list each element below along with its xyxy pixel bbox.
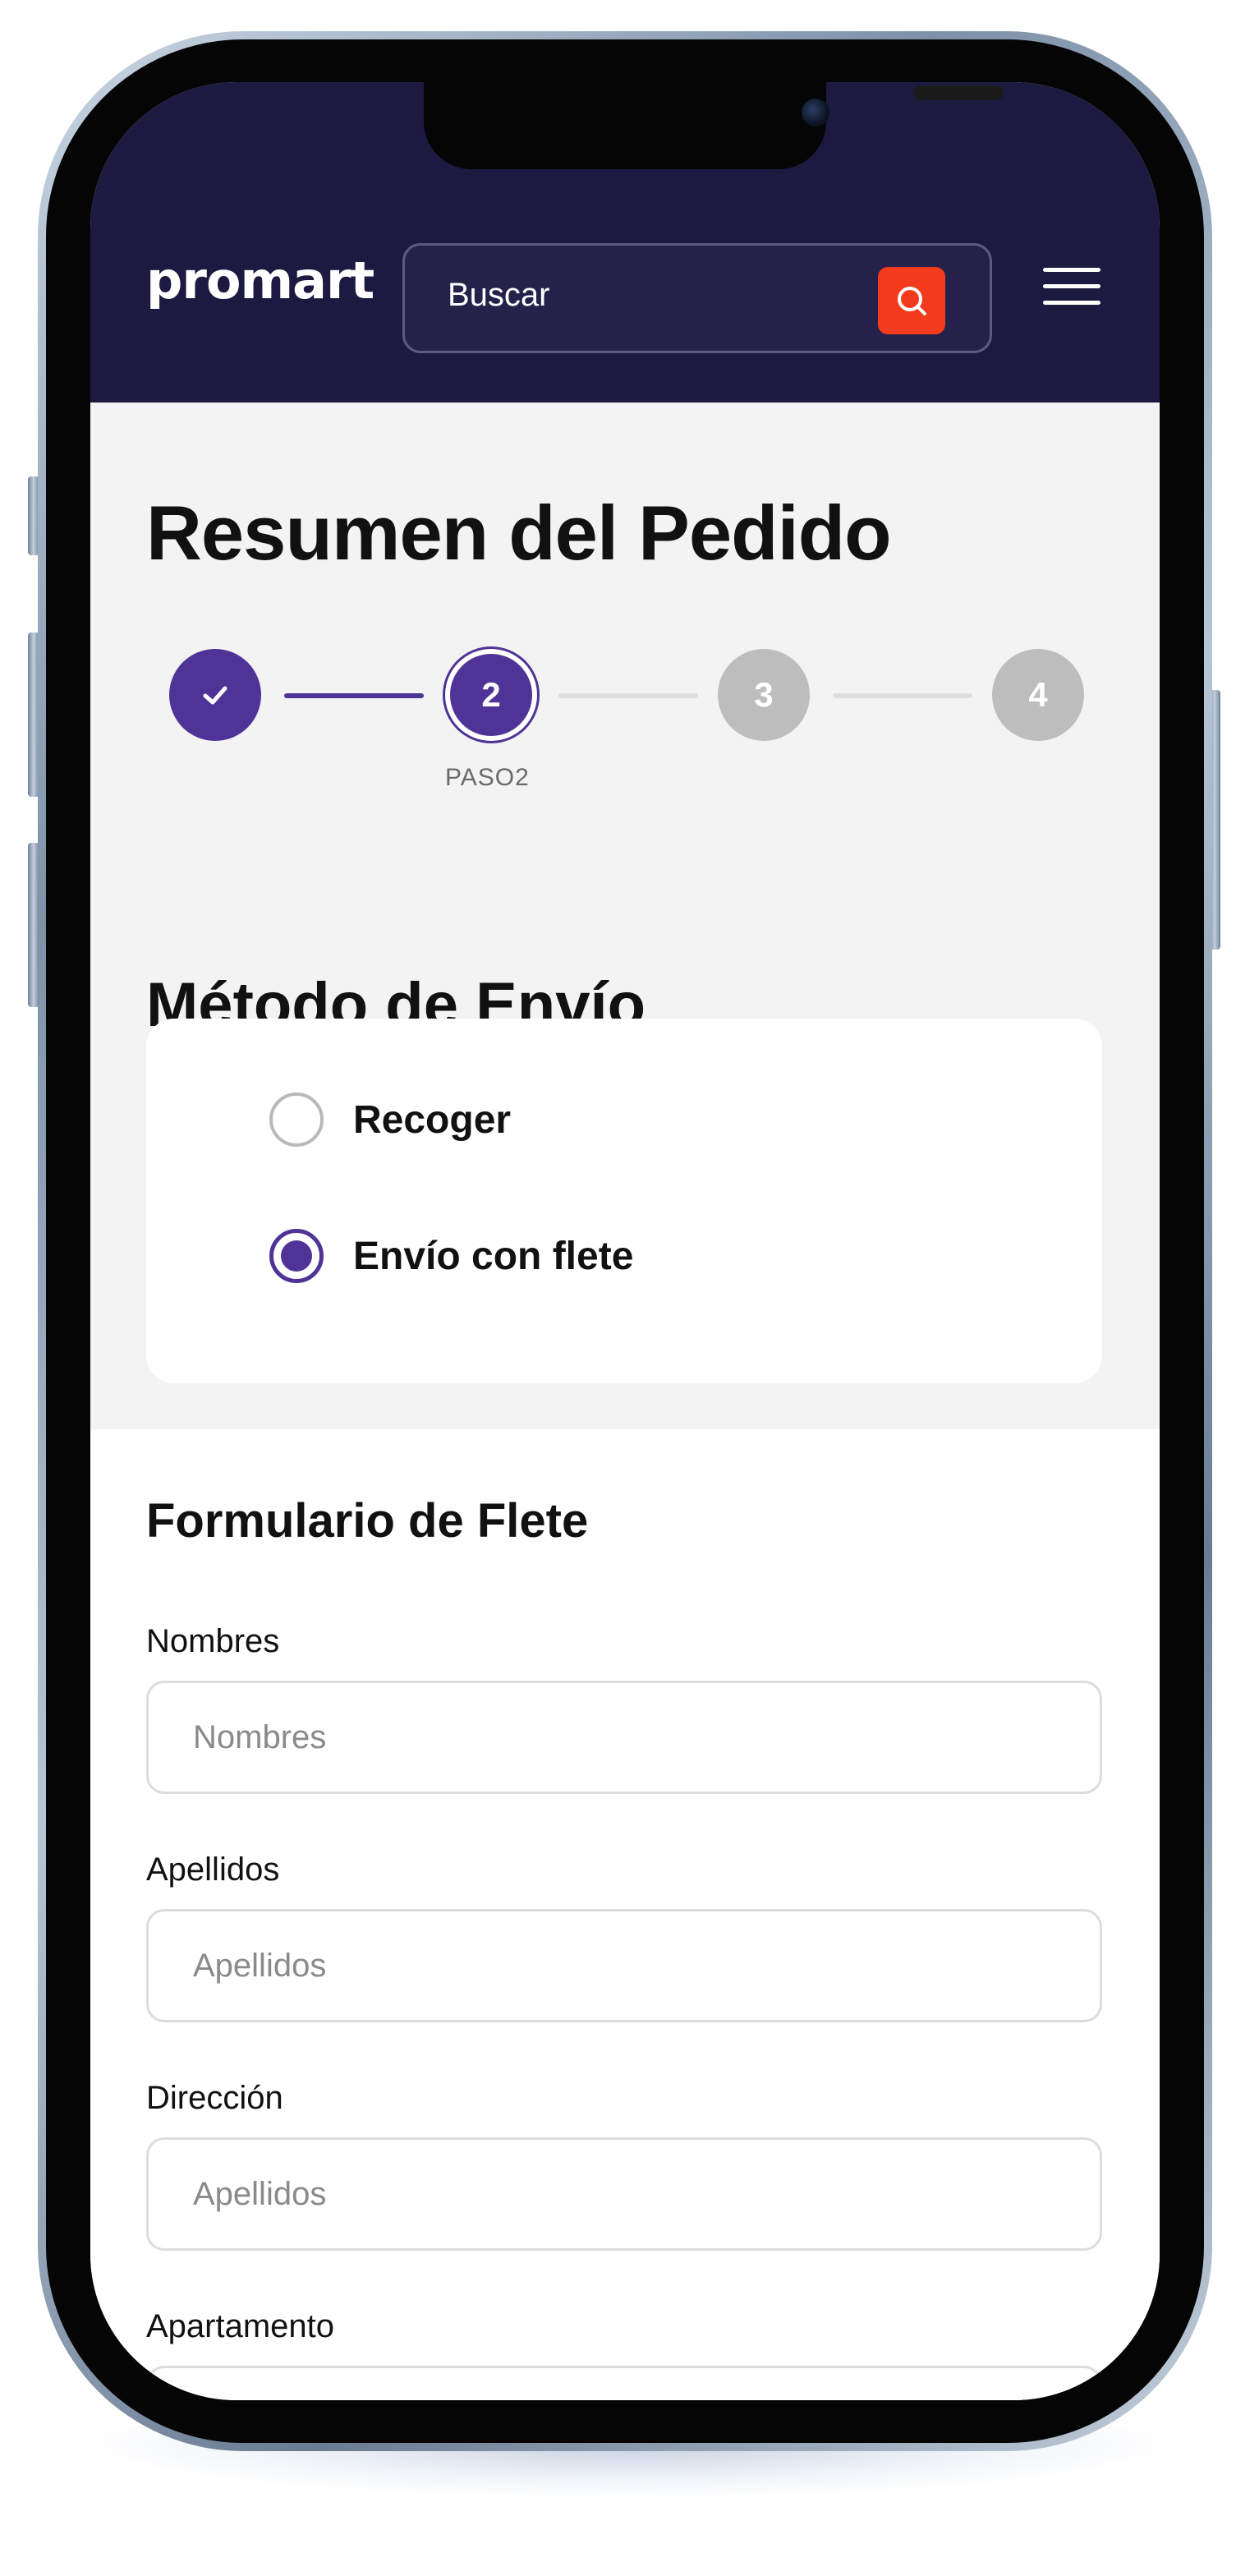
step-connector-3 [833, 693, 972, 698]
radio-freight-label: Envío con flete [353, 1234, 634, 1278]
site-header: promart Buscar [90, 197, 1160, 402]
step-2-active[interactable]: 2 [450, 654, 532, 736]
notch [424, 82, 1004, 169]
phone-screen: promart Buscar Resumen del Pedido 2 PASO… [90, 82, 1160, 2400]
input-apartamento[interactable] [146, 2366, 1102, 2400]
shipping-option-pickup[interactable]: Recoger [269, 1091, 511, 1148]
shipping-options-card: Recoger Envío con flete [146, 1019, 1102, 1383]
label-nombres: Nombres [146, 1623, 280, 1659]
step-4[interactable]: 4 [992, 649, 1084, 741]
step-3[interactable]: 3 [718, 649, 810, 741]
checkout-stepper: 2 PASO2 3 4 [90, 649, 1160, 791]
input-nombres[interactable] [146, 1681, 1102, 1794]
label-direccion: Dirección [146, 2080, 283, 2116]
input-apellidos[interactable] [146, 1909, 1102, 2022]
hamburger-menu-icon[interactable] [1043, 268, 1100, 307]
radio-pickup-label: Recoger [353, 1097, 512, 1142]
search-input[interactable]: Buscar [448, 277, 550, 314]
input-direccion[interactable] [146, 2137, 1102, 2251]
search-icon [898, 287, 926, 315]
search-box[interactable]: Buscar [402, 243, 992, 353]
radio-pickup[interactable] [269, 1092, 324, 1147]
radio-freight[interactable] [269, 1229, 324, 1283]
page-title: Resumen del Pedido [146, 490, 892, 576]
step-1-completed[interactable] [169, 649, 261, 741]
promart-logo[interactable]: promart [146, 251, 374, 310]
freight-form: Formulario de Flete Nombres Apellidos Di… [90, 1429, 1160, 2400]
step-connector-1 [284, 693, 424, 698]
check-icon [203, 686, 227, 705]
freight-form-title: Formulario de Flete [146, 1494, 589, 1548]
step-connector-2 [558, 693, 698, 698]
shipping-option-freight[interactable]: Envío con flete [269, 1227, 633, 1285]
speaker-grille [913, 85, 1004, 100]
search-button[interactable] [878, 267, 945, 334]
step-2-caption: PASO2 [445, 764, 530, 791]
front-camera [802, 99, 829, 126]
label-apellidos: Apellidos [146, 1852, 280, 1888]
label-apartamento: Apartamento [146, 2308, 335, 2344]
